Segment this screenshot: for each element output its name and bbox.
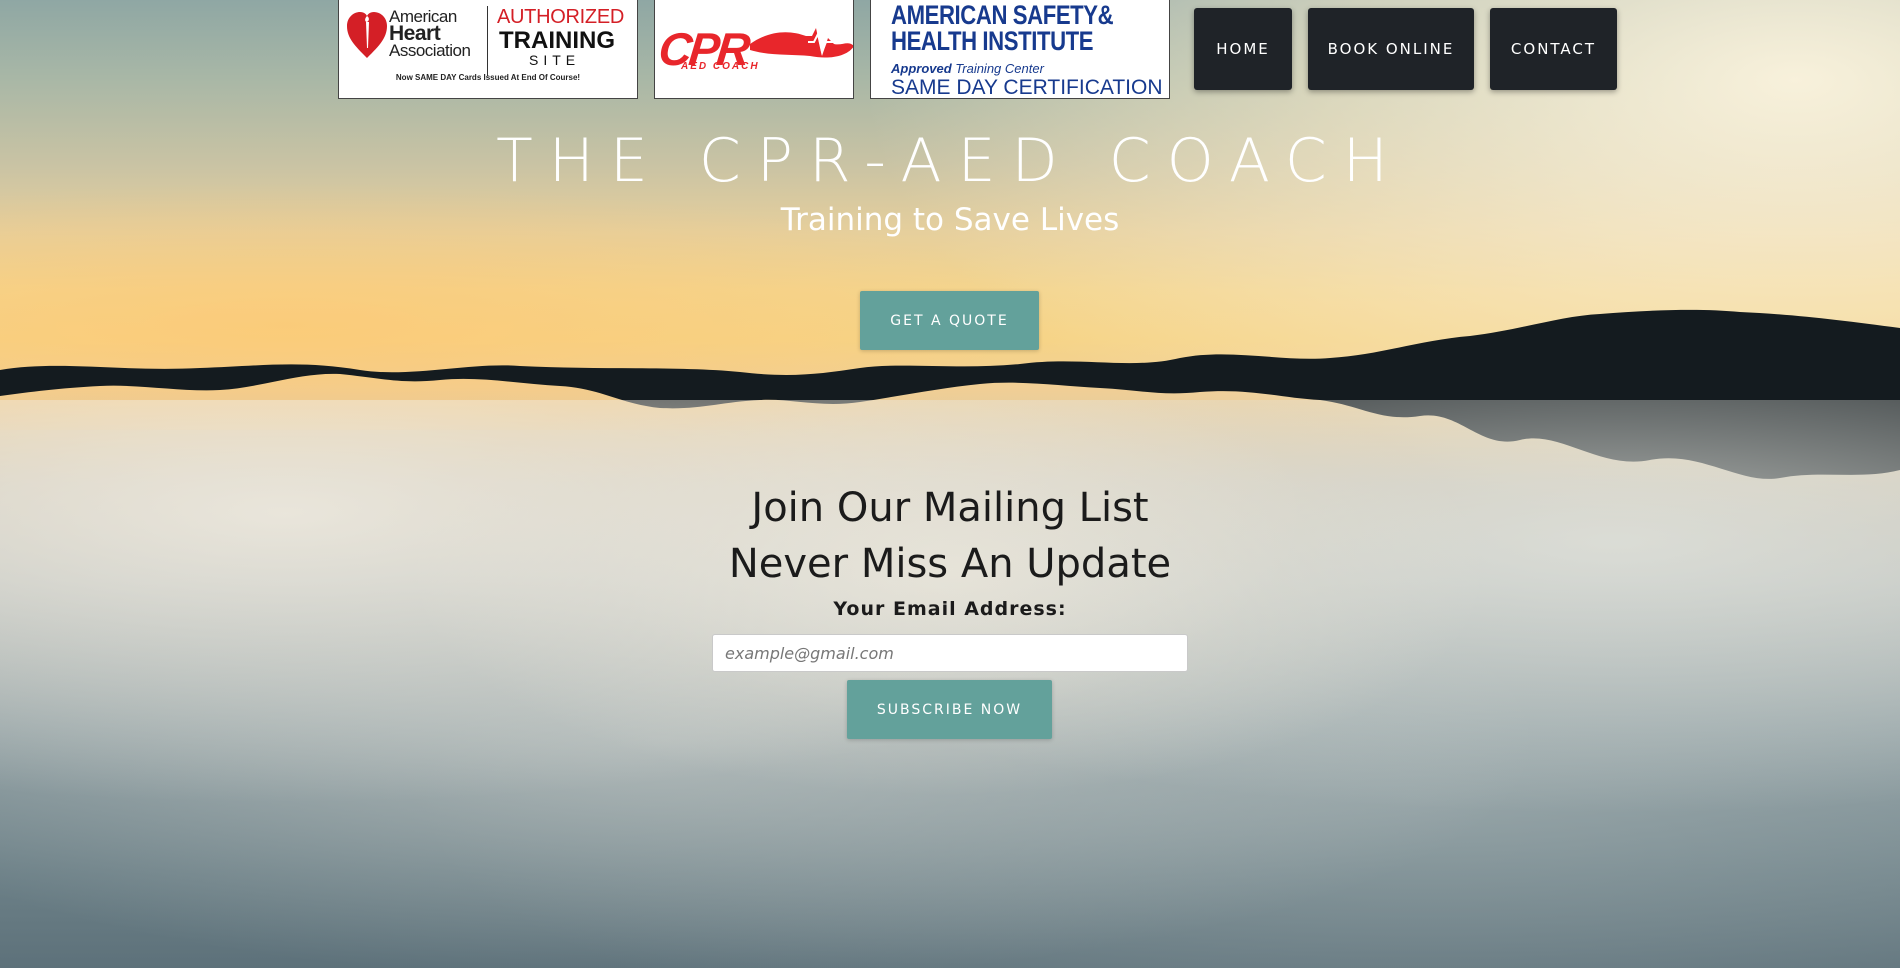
ashi-same-day-text: SAME DAY CERTIFICATION — [891, 76, 1163, 99]
logo-divider — [487, 6, 488, 76]
heart-torch-icon — [347, 12, 387, 58]
ashi-approved-text: Approved Training Center — [891, 61, 1044, 76]
get-a-quote-button[interactable]: GET A QUOTE — [860, 291, 1039, 350]
hero-subtitle: Training to Save Lives — [780, 202, 1120, 238]
aha-same-day-note: Now SAME DAY Cards Issued At End Of Cour… — [395, 73, 581, 82]
aha-training-text: TRAINING — [499, 27, 615, 54]
cpr-logo-subtext: AED COACH — [681, 61, 760, 72]
nav-home-button[interactable]: HOME — [1194, 8, 1292, 90]
mailing-list-heading-line1: Join Our Mailing List — [751, 485, 1149, 531]
email-field-label: Your Email Address: — [833, 598, 1067, 620]
aha-site-text: SITE — [529, 52, 581, 68]
nav-book-online-button[interactable]: BOOK ONLINE — [1308, 8, 1474, 90]
ashi-certification-logo[interactable]: AMERICAN SAFETY& HEALTH INSTITUTE Approv… — [870, 0, 1170, 99]
ashi-line2: HEALTH INSTITUTE — [891, 26, 1094, 56]
heartbeat-icon — [750, 28, 853, 58]
ashi-approved-rest: Training Center — [951, 61, 1044, 76]
aha-training-site-logo[interactable]: American Heart Association AUTHORIZED TR… — [338, 0, 638, 99]
mailing-list-heading: Join Our Mailing List Never Miss An Upda… — [0, 480, 1900, 592]
aha-org-name: American Heart Association — [389, 8, 471, 60]
subscribe-button[interactable]: SUBSCRIBE NOW — [847, 680, 1052, 739]
ashi-approved-word: Approved — [891, 61, 952, 76]
nav-contact-button[interactable]: CONTACT — [1490, 8, 1617, 90]
aha-authorized-text: AUTHORIZED — [497, 6, 625, 28]
aha-org-line3: Association — [389, 41, 471, 60]
cpr-aed-coach-logo[interactable]: CPR AED COACH — [654, 0, 854, 99]
hero-title: THE CPR-AED COACH — [496, 126, 1404, 196]
mailing-list-heading-line2: Never Miss An Update — [728, 541, 1172, 587]
email-field[interactable] — [712, 634, 1188, 672]
aha-org-line2: Heart — [389, 22, 441, 45]
